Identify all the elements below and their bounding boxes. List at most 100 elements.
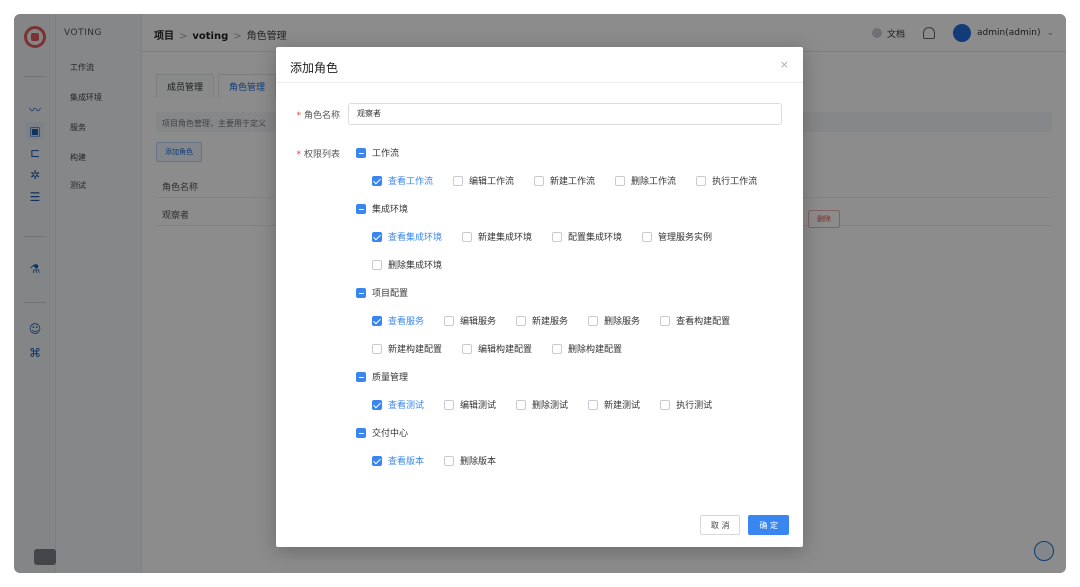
permission-label: 删除测试 [532,401,569,411]
unchecked-icon [552,231,563,242]
unchecked-icon [462,231,473,242]
permission-label: 查看构建配置 [676,317,731,327]
permission-checkbox[interactable]: 编辑测试 [444,398,496,411]
permission-label: 编辑测试 [460,401,497,411]
close-icon[interactable]: × [780,58,789,71]
permission-checkbox[interactable]: 编辑工作流 [453,174,514,187]
group-title: 质量管理 [372,373,409,383]
permission-checkbox[interactable]: 新建工作流 [534,174,595,187]
unchecked-icon [660,315,671,326]
permission-line: 查看集成环境 新建集成环境 配置集成环境 管理服务实例 [372,230,732,243]
permission-label: 删除服务 [604,317,641,327]
checked-icon [372,231,382,242]
permission-label: 删除构建配置 [568,345,623,355]
permission-line: 删除集成环境 [372,258,462,271]
group-checkbox[interactable] [356,287,366,298]
permission-label: 查看测试 [388,401,425,411]
permission-checkbox[interactable]: 查看测试 [372,398,424,411]
permission-checkbox[interactable]: 删除版本 [444,454,496,467]
permission-checkbox[interactable]: 查看集成环境 [372,230,442,243]
permission-line: 新建构建配置 编辑构建配置 删除构建配置 [372,342,642,355]
permission-label: 新建工作流 [550,177,596,187]
dialog-title: 添加角色 [290,61,339,75]
permission-checkbox[interactable]: 查看工作流 [372,174,433,187]
permission-checkbox[interactable]: 删除服务 [588,314,640,327]
permission-checkbox[interactable]: 执行工作流 [696,174,757,187]
checked-icon [372,175,382,186]
permission-label: 删除版本 [460,457,497,467]
permission-group-3[interactable]: 质量管理 [356,370,408,383]
permission-label: 编辑服务 [460,317,497,327]
group-checkbox[interactable] [356,371,366,382]
permission-label: 删除集成环境 [388,261,443,271]
permission-checkbox[interactable]: 执行测试 [660,398,712,411]
permission-label: 执行工作流 [712,177,758,187]
permission-label: 配置集成环境 [568,233,623,243]
permission-checkbox[interactable]: 查看服务 [372,314,424,327]
permission-line: 查看测试 编辑测试 删除测试 新建测试 执行测试 [372,398,732,411]
group-title: 工作流 [372,149,400,159]
permission-checkbox[interactable]: 管理服务实例 [642,230,712,243]
permission-label: 新建构建配置 [388,345,443,355]
permission-checkbox[interactable]: 编辑服务 [444,314,496,327]
unchecked-icon [516,399,527,410]
permission-label: 编辑工作流 [469,177,515,187]
permission-group-2[interactable]: 项目配置 [356,286,408,299]
permission-label: 执行测试 [676,401,713,411]
permission-checkbox[interactable]: 新建构建配置 [372,342,442,355]
permission-label: 查看工作流 [388,177,434,187]
confirm-button[interactable]: 确 定 [748,515,789,535]
unchecked-icon [372,259,382,270]
permission-row: * 权限列表 [276,147,348,160]
group-checkbox[interactable] [356,147,366,158]
permission-checkbox[interactable]: 新建服务 [516,314,568,327]
unchecked-icon [660,399,671,410]
unchecked-icon [453,175,464,186]
checked-icon [372,315,382,326]
permission-checkbox[interactable]: 删除集成环境 [372,258,442,271]
permission-label: * 权限列表 [296,150,340,160]
unchecked-icon [516,315,527,326]
permission-checkbox[interactable]: 查看版本 [372,454,424,467]
permission-checkbox[interactable]: 编辑构建配置 [462,342,532,355]
unchecked-icon [444,399,455,410]
unchecked-icon [444,315,455,326]
permission-group-0[interactable]: 工作流 [356,146,399,159]
permission-checkbox[interactable]: 配置集成环境 [552,230,622,243]
unchecked-icon [588,315,599,326]
permission-checkbox[interactable]: 查看构建配置 [660,314,730,327]
permission-label: 新建测试 [604,401,641,411]
unchecked-icon [462,343,473,354]
permission-label: 新建集成环境 [478,233,533,243]
unchecked-icon [615,175,626,186]
permission-line: 查看工作流 编辑工作流 新建工作流 删除工作流 执行工作流 [372,174,777,187]
role-name-label: * 角色名称 [296,110,340,121]
permission-checkbox[interactable]: 删除测试 [516,398,568,411]
unchecked-icon [552,343,563,354]
role-name-input[interactable]: 观察者 [348,103,782,125]
group-title: 交付中心 [372,429,409,439]
unchecked-icon [444,455,455,466]
permission-label: 新建服务 [532,317,569,327]
cancel-button[interactable]: 取 消 [699,515,741,535]
unchecked-icon [534,175,545,186]
permission-checkbox[interactable]: 新建集成环境 [462,230,532,243]
permission-label: 编辑构建配置 [478,345,533,355]
permission-checkbox[interactable]: 删除工作流 [615,174,676,187]
permission-checkbox[interactable]: 新建测试 [588,398,640,411]
permission-label: 管理服务实例 [658,233,713,243]
permission-label: 查看版本 [388,457,425,467]
group-checkbox[interactable] [356,427,366,438]
permission-checkbox[interactable]: 删除构建配置 [552,342,622,355]
permission-line: 查看服务 编辑服务 新建服务 删除服务 查看构建配置 [372,314,750,327]
role-name-row: * 角色名称 观察者 [276,103,782,125]
group-title: 项目配置 [372,289,409,299]
permission-group-4[interactable]: 交付中心 [356,426,408,439]
unchecked-icon [372,343,382,354]
permission-group-1[interactable]: 集成环境 [356,202,408,215]
dialog-footer: 取 消 确 定 [699,515,789,535]
dialog-header: 添加角色 × [276,47,803,83]
unchecked-icon [696,175,707,186]
checked-icon [372,399,382,410]
group-checkbox[interactable] [356,203,366,214]
